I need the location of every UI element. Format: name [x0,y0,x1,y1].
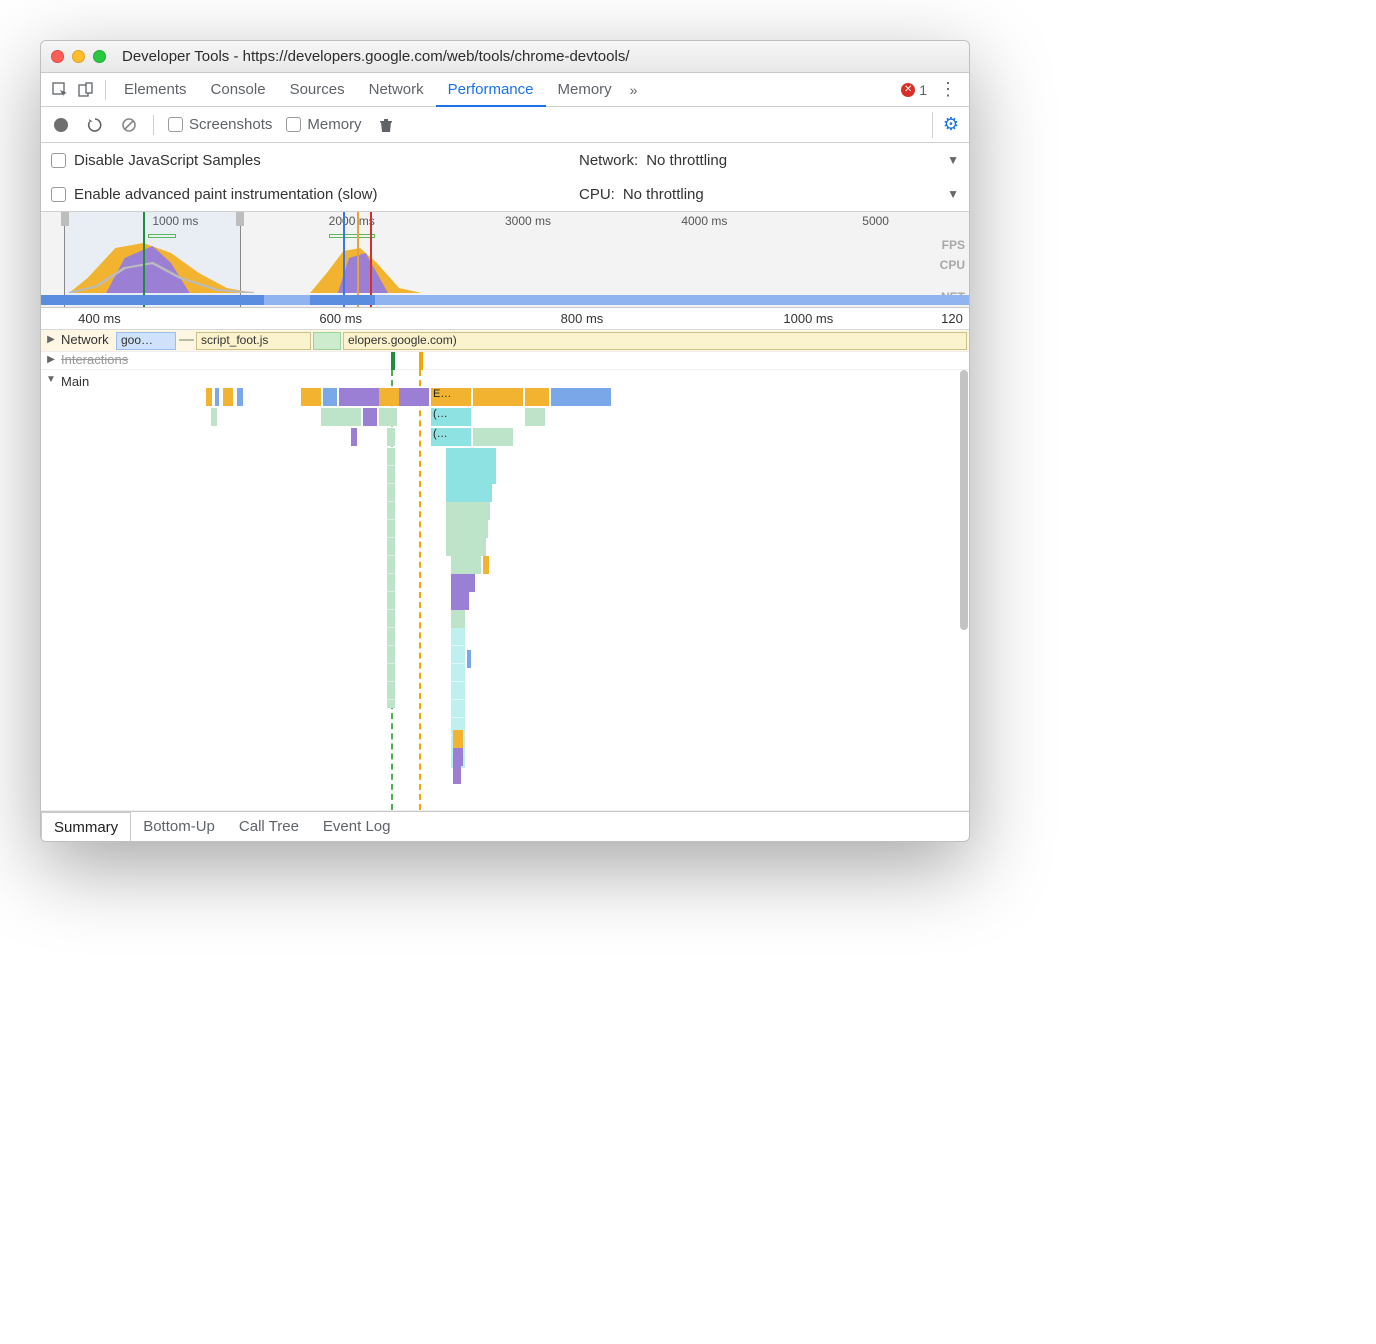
expand-icon[interactable]: ▶ [45,334,57,345]
network-request-pill[interactable]: elopers.google.com) [343,332,967,350]
network-request-pill[interactable]: goo… [116,332,176,350]
cpu-throttle-label: CPU: [579,186,615,203]
cpu-activity-chart [69,238,255,293]
timeline-overview[interactable]: 1000 ms 2000 ms 3000 ms 4000 ms 5000 FPS… [41,212,969,308]
overview-tick: 4000 ms [681,214,727,228]
clear-icon[interactable] [119,115,139,135]
marker-guide [419,370,421,810]
interactions-lane-label: Interactions [61,352,128,367]
request-whisker [179,339,194,341]
task-block[interactable]: E… [431,388,471,406]
overview-net-bar [310,295,375,305]
capture-settings-icon[interactable]: ⚙ [932,112,959,138]
error-counter[interactable]: ✕ 1 [895,82,933,98]
tab-network[interactable]: Network [357,73,436,107]
overview-tick: 5000 [862,214,889,228]
network-throttle-label: Network: [579,152,638,169]
details-tabbar: Summary Bottom-Up Call Tree Event Log [41,811,969,841]
flame-chart[interactable]: E… (… (… [151,370,969,810]
details-tab-bottom-up[interactable]: Bottom-Up [131,812,227,842]
fps-lane-label: FPS [942,238,965,252]
main-lane-header[interactable]: ▼ Main [41,370,151,393]
marker-line [357,212,359,307]
marker-line [343,212,345,307]
dropdown-caret-icon[interactable]: ▼ [947,187,959,201]
marker-line [370,212,372,307]
details-tab-call-tree[interactable]: Call Tree [227,812,311,842]
cpu-activity-chart [310,243,421,293]
ruler-tick: 600 ms [319,311,362,326]
task-block[interactable]: (… [431,408,471,426]
error-count: 1 [919,82,927,98]
marker-line [143,212,145,307]
ruler-tick: 400 ms [78,311,121,326]
garbage-collect-icon[interactable] [376,115,396,135]
ruler-tick: 800 ms [561,311,604,326]
screenshots-label: Screenshots [189,116,272,133]
network-lane-label: Network [61,332,109,347]
main-lane-label: Main [61,374,89,389]
details-tab-event-log[interactable]: Event Log [311,812,403,842]
collapse-icon[interactable]: ▼ [45,374,57,385]
minimize-window-button[interactable] [72,50,85,63]
fps-bar [329,234,375,238]
tab-performance[interactable]: Performance [436,73,546,107]
overview-tick: 2000 ms [329,214,375,228]
scrollbar-thumb[interactable] [960,370,968,630]
disable-js-samples-checkbox[interactable] [51,153,66,168]
cpu-throttle-select[interactable]: No throttling [623,186,939,203]
selection-handle-right[interactable] [236,212,244,226]
screenshots-checkbox[interactable] [168,117,183,132]
window-title: Developer Tools - https://developers.goo… [122,48,630,65]
customize-menu-icon[interactable]: ⋮ [933,79,963,100]
network-throttle-select[interactable]: No throttling [646,152,939,169]
tab-memory[interactable]: Memory [546,73,624,107]
selection-handle-left[interactable] [61,212,69,226]
perf-toolbar: Screenshots Memory ⚙ [41,107,969,143]
error-icon: ✕ [901,83,915,97]
overview-tick: 3000 ms [505,214,551,228]
record-button[interactable] [51,115,71,135]
memory-label: Memory [307,116,361,133]
toggle-device-icon[interactable] [73,77,99,103]
fps-bar [148,234,176,238]
advanced-paint-label: Enable advanced paint instrumentation (s… [74,186,378,203]
panel-tabbar: Elements Console Sources Network Perform… [41,73,969,107]
ruler-tick: 1000 ms [783,311,833,326]
details-tab-summary[interactable]: Summary [41,812,131,842]
network-request-pill[interactable] [313,332,341,350]
devtools-window: Developer Tools - https://developers.goo… [40,40,970,842]
close-window-button[interactable] [51,50,64,63]
timing-marker [391,352,395,370]
zoom-window-button[interactable] [93,50,106,63]
advanced-paint-checkbox[interactable] [51,187,66,202]
dropdown-caret-icon[interactable]: ▼ [947,153,959,167]
disable-js-samples-label: Disable JavaScript Samples [74,152,261,169]
ruler-tick: 120 [941,311,963,326]
network-lane[interactable]: ▶ Network goo… script_foot.js elopers.go… [41,330,969,352]
expand-icon[interactable]: ▶ [45,354,57,365]
more-tabs-icon[interactable]: » [624,82,644,98]
window-controls [51,50,106,63]
interactions-lane[interactable]: ▶ Interactions [41,352,969,370]
titlebar: Developer Tools - https://developers.goo… [41,41,969,73]
task-block[interactable]: (… [431,428,471,446]
cpu-lane-label: CPU [940,258,965,272]
tab-console[interactable]: Console [199,73,278,107]
tab-elements[interactable]: Elements [112,73,199,107]
tab-sources[interactable]: Sources [278,73,357,107]
capture-settings-panel: Disable JavaScript Samples Network: No t… [41,143,969,212]
overview-net-bar [41,295,264,305]
memory-checkbox[interactable] [286,117,301,132]
main-thread-lane: ▼ Main E… (… [41,370,969,811]
reload-record-icon[interactable] [85,115,105,135]
timing-marker [419,352,423,370]
detail-ruler[interactable]: 400 ms 600 ms 800 ms 1000 ms 120 [41,308,969,330]
network-request-pill[interactable]: script_foot.js [196,332,311,350]
inspect-element-icon[interactable] [47,77,73,103]
